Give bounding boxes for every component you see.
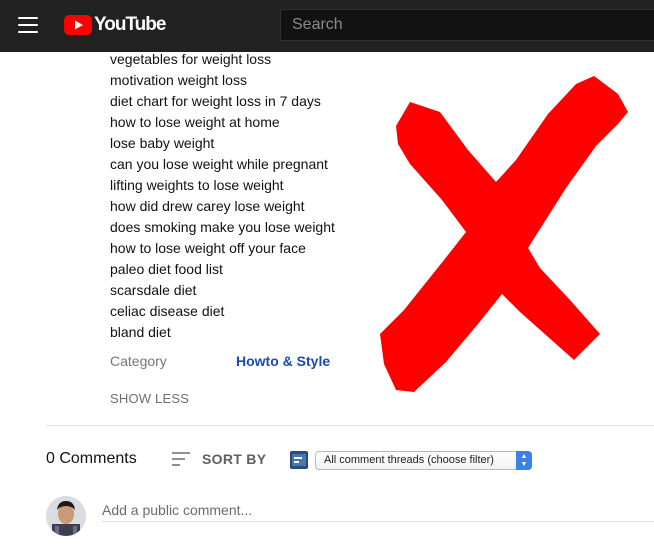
- tag-item: motivation weight loss: [110, 72, 247, 88]
- comment-filter-select[interactable]: All comment threads (choose filter) ▲ ▼: [315, 451, 532, 470]
- category-link[interactable]: Howto & Style: [236, 353, 330, 369]
- tag-item: paleo diet food list: [110, 261, 223, 277]
- section-divider: [46, 425, 654, 426]
- masthead: YouTube: [0, 0, 654, 52]
- tag-item: scarsdale diet: [110, 282, 197, 298]
- comment-filter-value: All comment threads (choose filter): [324, 454, 494, 466]
- youtube-logo-icon: [64, 15, 92, 35]
- tag-item: how to lose weight at home: [110, 114, 280, 130]
- brand-name: YouTube: [94, 14, 166, 35]
- menu-icon[interactable]: [18, 17, 38, 33]
- tag-item: celiac disease diet: [110, 303, 225, 319]
- sort-by-label: SORT BY: [202, 451, 267, 467]
- show-less-button[interactable]: SHOW LESS: [110, 391, 189, 406]
- comments-count: 0 Comments: [46, 450, 137, 467]
- tag-item: lose baby weight: [110, 135, 215, 151]
- tag-item: vegetables for weight loss: [110, 51, 272, 67]
- category-row: Category Howto & Style: [110, 353, 370, 371]
- extension-icon[interactable]: [290, 451, 308, 469]
- chevron-updown-icon: ▲ ▼: [516, 451, 532, 470]
- tag-item: how did drew carey lose weight: [110, 198, 305, 214]
- red-x-mark-icon: [380, 76, 628, 392]
- category-label: Category: [110, 353, 167, 369]
- youtube-logo[interactable]: YouTube: [64, 13, 166, 37]
- tag-item: bland diet: [110, 324, 171, 340]
- avatar: [46, 496, 86, 536]
- video-tags-list: vegetables for weight loss motivation we…: [110, 49, 370, 343]
- search-input[interactable]: [280, 9, 654, 41]
- sort-by-button[interactable]: SORT BY: [172, 451, 266, 467]
- sort-icon: [172, 452, 190, 466]
- add-comment-input[interactable]: [102, 498, 654, 522]
- tag-item: can you lose weight while pregnant: [110, 156, 328, 172]
- tag-item: lifting weights to lose weight: [110, 177, 284, 193]
- tag-item: how to lose weight off your face: [110, 240, 306, 256]
- tag-item: does smoking make you lose weight: [110, 219, 335, 235]
- tag-item: diet chart for weight loss in 7 days: [110, 93, 321, 109]
